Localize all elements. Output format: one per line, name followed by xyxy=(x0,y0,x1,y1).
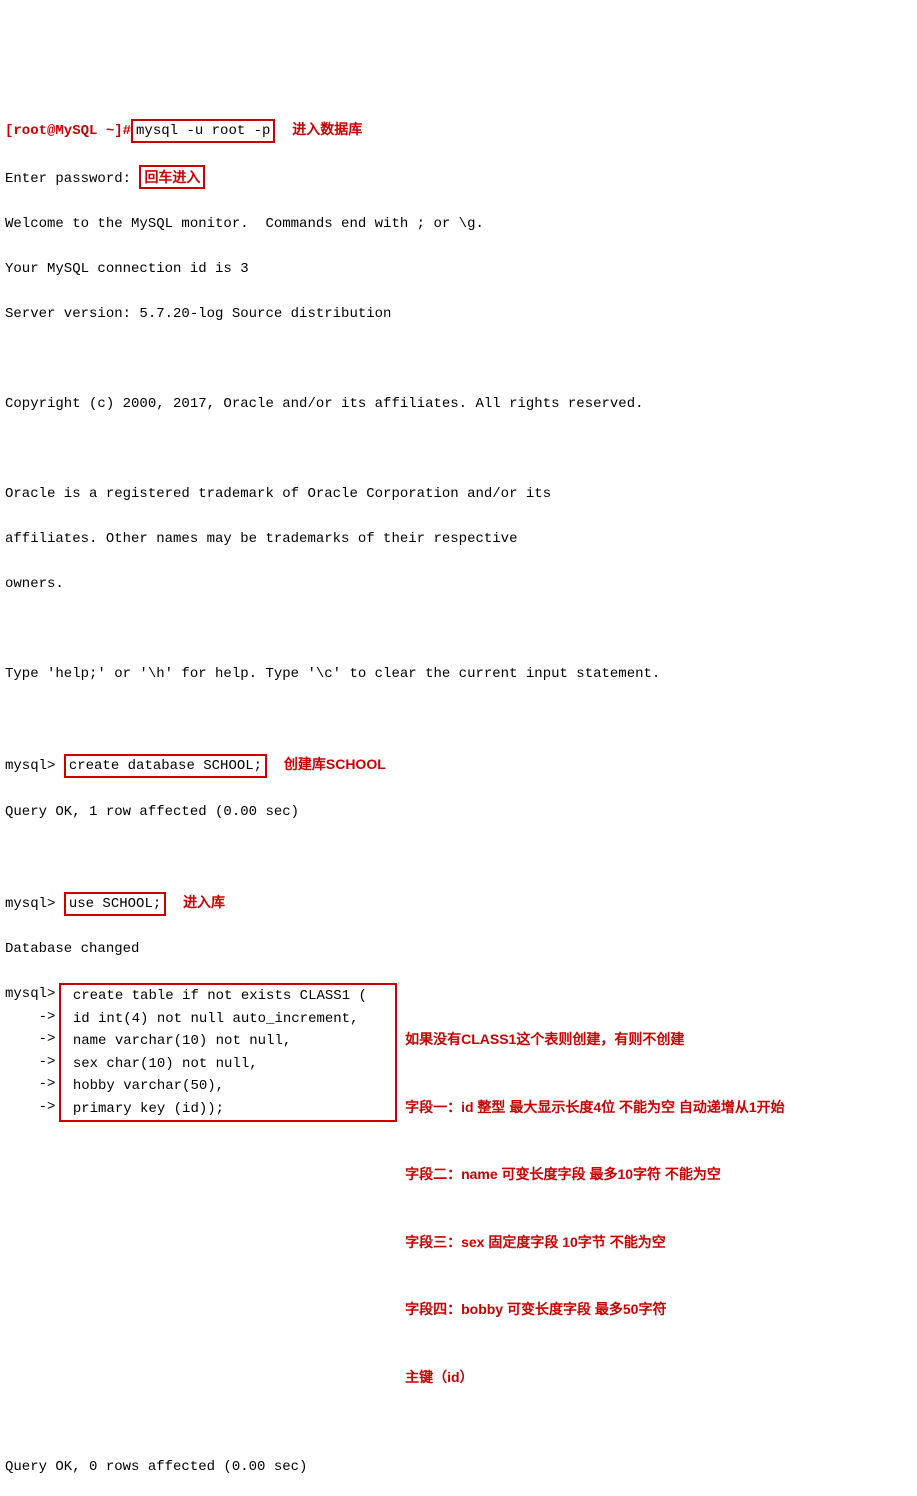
line-help: Type 'help;' or '\h' for help. Type '\c'… xyxy=(5,663,912,686)
mysql-prompt: mysql> xyxy=(5,896,55,912)
line-blank1 xyxy=(5,348,912,371)
line-db-changed: Database changed xyxy=(5,938,912,961)
create-table-prompts: mysql> -> -> -> -> -> xyxy=(5,983,55,1118)
cmd-create-db: create database SCHOOL; xyxy=(64,754,267,778)
ann-field2: 字段二：name 可变长度字段 最多10字符 不能为空 xyxy=(405,1163,785,1186)
line-blank3 xyxy=(5,618,912,641)
ann-field4: 字段四：bobby 可变长度字段 最多50字符 xyxy=(405,1298,785,1321)
line-login: [root@MySQL ~]#mysql -u root -p 进入数据库 xyxy=(5,118,912,143)
ct-line5: hobby varchar(50), xyxy=(73,1078,224,1094)
line-query-ok0: Query OK, 0 rows affected (0.00 sec) xyxy=(5,1456,912,1479)
line-query-ok1: Query OK, 1 row affected (0.00 sec) xyxy=(5,801,912,824)
line-oracle1: Oracle is a registered trademark of Orac… xyxy=(5,483,912,506)
line-oracle3: owners. xyxy=(5,573,912,596)
cmd-mysql-login: mysql -u root -p xyxy=(131,119,275,143)
line-create-db: mysql> create database SCHOOL; 创建库SCHOOL xyxy=(5,753,912,778)
ann-field1: 字段一：id 整型 最大显示长度4位 不能为空 自动递增从1开始 xyxy=(405,1096,785,1119)
line-use-school: mysql> use SCHOOL; 进入库 xyxy=(5,891,912,916)
ct-line4: sex char(10) not null, xyxy=(73,1056,258,1072)
ct-line2: id int(4) not null auto_increment, xyxy=(73,1011,359,1027)
line-copyright: Copyright (c) 2000, 2017, Oracle and/or … xyxy=(5,393,912,416)
line-oracle2: affiliates. Other names may be trademark… xyxy=(5,528,912,551)
ann-enter-pw: 回车进入 xyxy=(139,165,205,189)
ct-line3: name varchar(10) not null, xyxy=(73,1033,291,1049)
line-blank5 xyxy=(5,846,912,869)
ann-create-school: 创建库SCHOOL xyxy=(284,756,386,772)
line-conn-id: Your MySQL connection id is 3 xyxy=(5,258,912,281)
mysql-prompt: mysql> xyxy=(5,758,55,774)
ann-use-school: 进入库 xyxy=(183,894,225,910)
create-table-annotations: 如果没有CLASS1这个表则创建，有则不创建 字段一：id 整型 最大显示长度4… xyxy=(405,983,785,1433)
ann-create-table: 如果没有CLASS1这个表则创建，有则不创建 xyxy=(405,1028,785,1051)
ann-enter-db: 进入数据库 xyxy=(292,121,362,137)
cmd-use-school: use SCHOOL; xyxy=(64,892,166,916)
ct-line1: create table if not exists CLASS1 ( xyxy=(73,988,367,1004)
prompt-user-host: [root@MySQL ~] xyxy=(5,123,123,139)
ct-line6: primary key (id)); xyxy=(73,1101,224,1117)
prompt-hash: # xyxy=(123,123,131,139)
line-blank4 xyxy=(5,708,912,731)
cmd-create-table-box: create table if not exists CLASS1 ( id i… xyxy=(59,983,397,1122)
line-welcome: Welcome to the MySQL monitor. Commands e… xyxy=(5,213,912,236)
line-blank2 xyxy=(5,438,912,461)
line-enter-password: Enter password: 回车进入 xyxy=(5,165,912,191)
line-create-table-block: mysql> -> -> -> -> -> create table if no… xyxy=(5,983,912,1433)
ann-pk: 主键（id） xyxy=(405,1366,785,1389)
ann-field3: 字段三：sex 固定度字段 10字节 不能为空 xyxy=(405,1231,785,1254)
terminal-output: [root@MySQL ~]#mysql -u root -p 进入数据库 En… xyxy=(5,95,912,1496)
text-enter-password: Enter password: xyxy=(5,171,131,187)
line-server-ver: Server version: 5.7.20-log Source distri… xyxy=(5,303,912,326)
